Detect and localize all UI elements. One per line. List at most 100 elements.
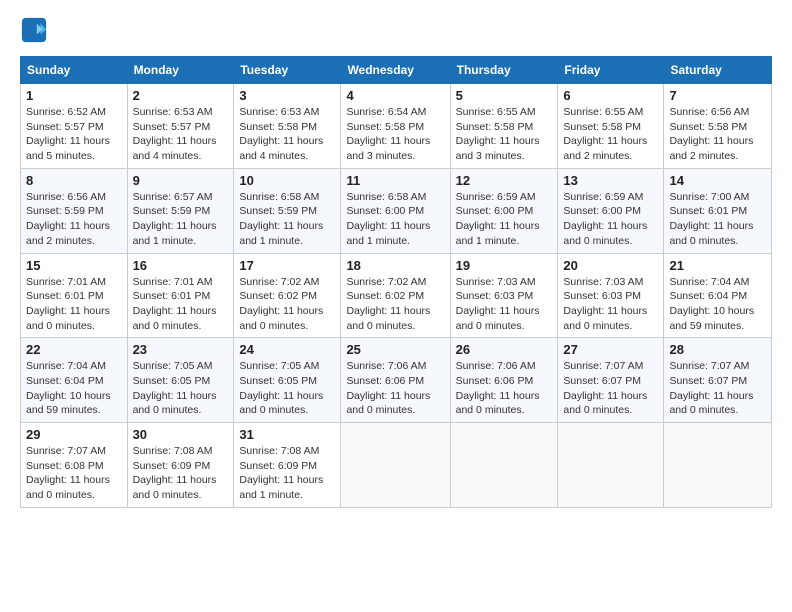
- daylight-label: Daylight: 11 hours and 4 minutes.: [239, 135, 323, 162]
- day-cell-11: 11 Sunrise: 6:58 AM Sunset: 6:00 PM Dayl…: [341, 168, 450, 253]
- daylight-label: Daylight: 11 hours and 1 minute.: [133, 220, 217, 247]
- week-row-3: 15 Sunrise: 7:01 AM Sunset: 6:01 PM Dayl…: [21, 253, 772, 338]
- daylight-label: Daylight: 10 hours and 59 minutes.: [669, 305, 754, 332]
- day-number: 21: [669, 258, 766, 273]
- day-info: Sunrise: 6:56 AM Sunset: 5:59 PM Dayligh…: [26, 190, 122, 249]
- day-cell-6: 6 Sunrise: 6:55 AM Sunset: 5:58 PM Dayli…: [558, 84, 664, 169]
- sunset-label: Sunset: 6:02 PM: [239, 290, 317, 302]
- day-number: 17: [239, 258, 335, 273]
- sunrise-label: Sunrise: 7:06 AM: [346, 360, 426, 372]
- day-info: Sunrise: 6:55 AM Sunset: 5:58 PM Dayligh…: [563, 105, 658, 164]
- day-number: 10: [239, 173, 335, 188]
- empty-cell: [664, 423, 772, 508]
- day-number: 5: [456, 88, 553, 103]
- col-header-tuesday: Tuesday: [234, 57, 341, 84]
- day-number: 25: [346, 342, 444, 357]
- sunrise-label: Sunrise: 7:01 AM: [26, 276, 106, 288]
- week-row-2: 8 Sunrise: 6:56 AM Sunset: 5:59 PM Dayli…: [21, 168, 772, 253]
- sunrise-label: Sunrise: 6:58 AM: [346, 191, 426, 203]
- day-info: Sunrise: 6:56 AM Sunset: 5:58 PM Dayligh…: [669, 105, 766, 164]
- day-cell-23: 23 Sunrise: 7:05 AM Sunset: 6:05 PM Dayl…: [127, 338, 234, 423]
- sunset-label: Sunset: 6:00 PM: [346, 205, 424, 217]
- sunrise-label: Sunrise: 6:57 AM: [133, 191, 213, 203]
- daylight-label: Daylight: 11 hours and 0 minutes.: [239, 390, 323, 417]
- sunrise-label: Sunrise: 6:55 AM: [456, 106, 536, 118]
- day-number: 4: [346, 88, 444, 103]
- sunset-label: Sunset: 6:04 PM: [26, 375, 104, 387]
- sunrise-label: Sunrise: 7:02 AM: [239, 276, 319, 288]
- daylight-label: Daylight: 11 hours and 1 minute.: [346, 220, 430, 247]
- daylight-label: Daylight: 11 hours and 0 minutes.: [133, 474, 217, 501]
- sunrise-label: Sunrise: 6:59 AM: [456, 191, 536, 203]
- day-info: Sunrise: 7:08 AM Sunset: 6:09 PM Dayligh…: [133, 444, 229, 503]
- sunrise-label: Sunrise: 7:00 AM: [669, 191, 749, 203]
- col-header-monday: Monday: [127, 57, 234, 84]
- day-cell-29: 29 Sunrise: 7:07 AM Sunset: 6:08 PM Dayl…: [21, 423, 128, 508]
- daylight-label: Daylight: 11 hours and 3 minutes.: [346, 135, 430, 162]
- sunset-label: Sunset: 5:58 PM: [563, 121, 641, 133]
- sunset-label: Sunset: 6:06 PM: [456, 375, 534, 387]
- sunrise-label: Sunrise: 7:06 AM: [456, 360, 536, 372]
- sunrise-label: Sunrise: 7:03 AM: [563, 276, 643, 288]
- day-cell-25: 25 Sunrise: 7:06 AM Sunset: 6:06 PM Dayl…: [341, 338, 450, 423]
- sunset-label: Sunset: 6:09 PM: [133, 460, 211, 472]
- daylight-label: Daylight: 11 hours and 2 minutes.: [563, 135, 647, 162]
- sunset-label: Sunset: 6:08 PM: [26, 460, 104, 472]
- sunset-label: Sunset: 6:07 PM: [669, 375, 747, 387]
- daylight-label: Daylight: 11 hours and 1 minute.: [239, 474, 323, 501]
- week-row-1: 1 Sunrise: 6:52 AM Sunset: 5:57 PM Dayli…: [21, 84, 772, 169]
- sunset-label: Sunset: 5:58 PM: [239, 121, 317, 133]
- day-info: Sunrise: 7:01 AM Sunset: 6:01 PM Dayligh…: [133, 275, 229, 334]
- day-number: 14: [669, 173, 766, 188]
- day-info: Sunrise: 6:55 AM Sunset: 5:58 PM Dayligh…: [456, 105, 553, 164]
- day-cell-7: 7 Sunrise: 6:56 AM Sunset: 5:58 PM Dayli…: [664, 84, 772, 169]
- day-cell-13: 13 Sunrise: 6:59 AM Sunset: 6:00 PM Dayl…: [558, 168, 664, 253]
- sunset-label: Sunset: 5:59 PM: [26, 205, 104, 217]
- day-info: Sunrise: 7:04 AM Sunset: 6:04 PM Dayligh…: [26, 359, 122, 418]
- day-number: 13: [563, 173, 658, 188]
- day-info: Sunrise: 7:05 AM Sunset: 6:05 PM Dayligh…: [133, 359, 229, 418]
- sunset-label: Sunset: 5:58 PM: [456, 121, 534, 133]
- sunrise-label: Sunrise: 7:04 AM: [26, 360, 106, 372]
- day-info: Sunrise: 6:59 AM Sunset: 6:00 PM Dayligh…: [563, 190, 658, 249]
- day-info: Sunrise: 7:07 AM Sunset: 6:08 PM Dayligh…: [26, 444, 122, 503]
- day-info: Sunrise: 7:08 AM Sunset: 6:09 PM Dayligh…: [239, 444, 335, 503]
- day-info: Sunrise: 7:04 AM Sunset: 6:04 PM Dayligh…: [669, 275, 766, 334]
- day-number: 31: [239, 427, 335, 442]
- sunrise-label: Sunrise: 7:07 AM: [563, 360, 643, 372]
- day-cell-22: 22 Sunrise: 7:04 AM Sunset: 6:04 PM Dayl…: [21, 338, 128, 423]
- daylight-label: Daylight: 11 hours and 0 minutes.: [26, 474, 110, 501]
- day-number: 1: [26, 88, 122, 103]
- day-number: 19: [456, 258, 553, 273]
- day-info: Sunrise: 7:07 AM Sunset: 6:07 PM Dayligh…: [563, 359, 658, 418]
- sunset-label: Sunset: 6:02 PM: [346, 290, 424, 302]
- day-cell-1: 1 Sunrise: 6:52 AM Sunset: 5:57 PM Dayli…: [21, 84, 128, 169]
- day-number: 3: [239, 88, 335, 103]
- day-cell-14: 14 Sunrise: 7:00 AM Sunset: 6:01 PM Dayl…: [664, 168, 772, 253]
- day-info: Sunrise: 7:05 AM Sunset: 6:05 PM Dayligh…: [239, 359, 335, 418]
- day-number: 16: [133, 258, 229, 273]
- day-number: 24: [239, 342, 335, 357]
- sunrise-label: Sunrise: 7:02 AM: [346, 276, 426, 288]
- day-cell-30: 30 Sunrise: 7:08 AM Sunset: 6:09 PM Dayl…: [127, 423, 234, 508]
- sunset-label: Sunset: 6:09 PM: [239, 460, 317, 472]
- daylight-label: Daylight: 11 hours and 0 minutes.: [563, 390, 647, 417]
- day-cell-18: 18 Sunrise: 7:02 AM Sunset: 6:02 PM Dayl…: [341, 253, 450, 338]
- day-number: 8: [26, 173, 122, 188]
- sunset-label: Sunset: 5:58 PM: [346, 121, 424, 133]
- daylight-label: Daylight: 11 hours and 0 minutes.: [26, 305, 110, 332]
- sunset-label: Sunset: 6:01 PM: [133, 290, 211, 302]
- day-cell-2: 2 Sunrise: 6:53 AM Sunset: 5:57 PM Dayli…: [127, 84, 234, 169]
- daylight-label: Daylight: 11 hours and 2 minutes.: [26, 220, 110, 247]
- sunrise-label: Sunrise: 6:56 AM: [669, 106, 749, 118]
- week-row-5: 29 Sunrise: 7:07 AM Sunset: 6:08 PM Dayl…: [21, 423, 772, 508]
- daylight-label: Daylight: 11 hours and 0 minutes.: [669, 390, 753, 417]
- day-cell-17: 17 Sunrise: 7:02 AM Sunset: 6:02 PM Dayl…: [234, 253, 341, 338]
- sunset-label: Sunset: 6:00 PM: [456, 205, 534, 217]
- day-cell-19: 19 Sunrise: 7:03 AM Sunset: 6:03 PM Dayl…: [450, 253, 558, 338]
- day-number: 27: [563, 342, 658, 357]
- daylight-label: Daylight: 11 hours and 0 minutes.: [346, 305, 430, 332]
- sunrise-label: Sunrise: 6:52 AM: [26, 106, 106, 118]
- day-number: 20: [563, 258, 658, 273]
- daylight-label: Daylight: 11 hours and 3 minutes.: [456, 135, 540, 162]
